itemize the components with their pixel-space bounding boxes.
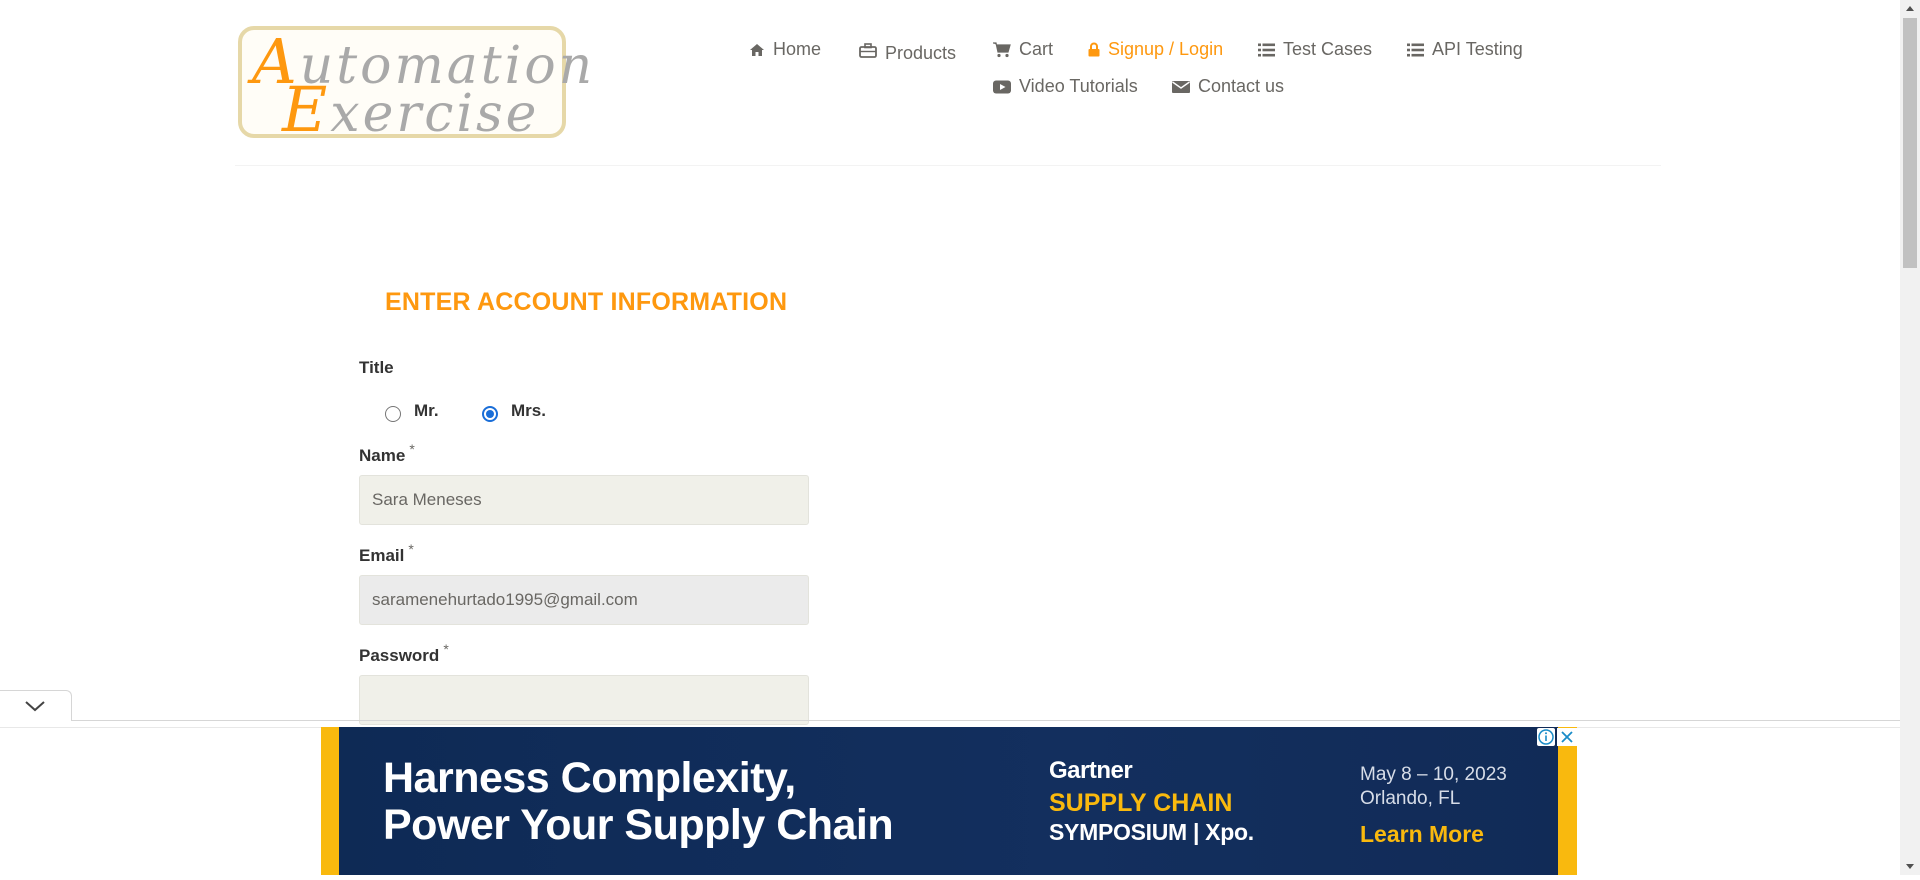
form-heading: ENTER ACCOUNT INFORMATION (385, 288, 788, 316)
scroll-up-arrow[interactable] (1900, 0, 1920, 17)
required-mark: * (409, 441, 415, 457)
nav-video-tutorials-label: Video Tutorials (1019, 76, 1138, 96)
ad-close-icon[interactable] (1557, 728, 1577, 746)
ad-banner-body: Harness Complexity, Power Your Supply Ch… (339, 727, 1558, 875)
nav-video-tutorials[interactable]: Video Tutorials (993, 76, 1138, 97)
nav-home[interactable]: Home (749, 39, 821, 60)
nav-cart[interactable]: Cart (993, 39, 1053, 60)
scrollbar-thumb[interactable] (1903, 18, 1917, 268)
scroll-down-arrow[interactable] (1900, 858, 1920, 875)
list-icon (1407, 43, 1424, 56)
radio-mrs[interactable] (482, 406, 498, 422)
nav-signup-login[interactable]: Signup / Login (1088, 39, 1223, 60)
nav-contact-us-label: Contact us (1198, 76, 1285, 96)
envelope-icon (1172, 80, 1190, 93)
password-field[interactable] (359, 675, 809, 725)
cart-icon (993, 41, 1011, 57)
name-field[interactable]: Sara Meneses (359, 475, 809, 525)
nav-products[interactable]: Products (859, 40, 957, 63)
home-icon (750, 43, 764, 56)
ad-collapse-button[interactable] (0, 690, 72, 721)
ad-banner[interactable]: Harness Complexity, Power Your Supply Ch… (321, 727, 1577, 875)
radio-mr-label[interactable]: Mr. (414, 401, 439, 421)
site-logo[interactable]: Automation Exercise (238, 26, 592, 144)
email-field[interactable]: saramenehurtado1995@gmail.com (359, 575, 809, 625)
youtube-play-icon (993, 80, 1011, 93)
ad-date: May 8 – 10, 2023 Orlando, FL (1360, 764, 1507, 809)
ad-event-title: SUPPLY CHAIN (1049, 789, 1233, 817)
required-mark: * (408, 541, 414, 557)
nav-cart-label: Cart (1019, 39, 1054, 59)
password-label: Password * (359, 641, 449, 665)
nav-api-testing[interactable]: API Testing (1407, 39, 1523, 60)
title-label: Title (359, 358, 394, 377)
nav-products-label: Products (885, 43, 957, 63)
lock-icon (1088, 42, 1100, 57)
chevron-down-icon (25, 701, 45, 712)
nav-signup-login-label: Signup / Login (1108, 39, 1224, 59)
nav-home-label: Home (773, 39, 822, 59)
ad-learn-more[interactable]: Learn More (1360, 821, 1484, 848)
email-label: Email * (359, 541, 414, 565)
nav-test-cases-label: Test Cases (1283, 39, 1373, 59)
ad-headline: Harness Complexity, Power Your Supply Ch… (383, 754, 894, 849)
nav-api-testing-label: API Testing (1432, 39, 1523, 59)
name-label: Name * (359, 441, 415, 465)
ad-info-icon[interactable] (1537, 728, 1555, 746)
briefcase-icon (859, 43, 877, 58)
radio-mrs-label[interactable]: Mrs. (511, 401, 546, 421)
nav-test-cases[interactable]: Test Cases (1258, 39, 1372, 60)
logo-line-2: Exercise (282, 73, 540, 146)
list-icon (1258, 43, 1275, 56)
ad-brand: Gartner (1049, 757, 1133, 784)
header-divider (235, 165, 1661, 166)
nav-contact-us[interactable]: Contact us (1172, 76, 1284, 97)
required-mark: * (443, 641, 449, 657)
radio-mr[interactable] (385, 406, 401, 422)
ad-bar-border (0, 720, 1900, 721)
ad-event-subtitle: SYMPOSIUM | Xpo. (1049, 819, 1254, 845)
